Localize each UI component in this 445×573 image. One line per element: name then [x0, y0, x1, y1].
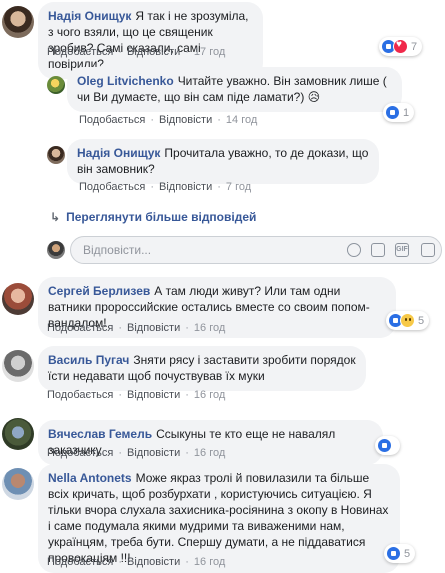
comment-author[interactable]: Сергей Берлизев — [48, 284, 150, 298]
comment-actions: Подобається · Відповісти · 16 год — [47, 389, 226, 401]
reply-button[interactable]: Відповісти — [159, 181, 212, 193]
comment-time[interactable]: 7 год — [226, 181, 251, 193]
comment-bubble: Oleg Litvichenko Читайте уважно. Він замо… — [67, 67, 402, 112]
reply-button[interactable]: Відповісти — [127, 46, 180, 58]
like-button[interactable]: Подобається — [47, 556, 113, 568]
comment-author[interactable]: Вячеслав Гемель — [48, 427, 152, 441]
like-button[interactable]: Подобається — [47, 46, 113, 58]
avatar[interactable] — [2, 468, 34, 500]
reply-button[interactable]: Відповісти — [127, 447, 180, 459]
comment-actions: Подобається · Відповісти · 14 год — [79, 114, 258, 126]
comment-time[interactable]: 16 год — [194, 556, 225, 568]
like-button[interactable]: Подобається — [79, 181, 145, 193]
avatar[interactable] — [2, 418, 34, 450]
reaction-summary[interactable]: 7 — [379, 37, 423, 56]
like-button[interactable]: Подобається — [47, 389, 113, 401]
comment-bubble: Надія Онищук Прочитала уважно, то де дока… — [67, 139, 379, 184]
reply-button[interactable]: Відповісти — [127, 389, 180, 401]
reply-input[interactable]: Відповісти... GIF — [70, 236, 442, 264]
reply-placeholder: Відповісти... — [83, 243, 152, 257]
avatar[interactable] — [47, 76, 65, 94]
more-replies-label: Переглянути більше відповідей — [66, 210, 257, 224]
emoji-icon[interactable] — [347, 243, 361, 257]
comment-actions: Подобається · Відповісти · 7 год — [79, 181, 252, 193]
comment-text: Може якраз тролі й повилазили та більше … — [48, 471, 389, 565]
like-icon — [377, 438, 392, 453]
comment-author[interactable]: Надія Онищук — [77, 146, 160, 160]
like-button[interactable]: Подобається — [79, 114, 145, 126]
gif-icon[interactable]: GIF — [395, 243, 409, 257]
reaction-summary[interactable]: 1 — [383, 103, 415, 122]
comment-actions: Подобається · Відповісти · 16 год — [47, 447, 226, 459]
love-icon — [393, 39, 408, 54]
more-replies-link[interactable]: ↳ Переглянути більше відповідей — [50, 210, 256, 224]
comment-time[interactable]: 16 год — [194, 322, 225, 334]
reaction-summary[interactable]: 5 — [386, 311, 430, 330]
reaction-count: 7 — [411, 40, 418, 53]
avatar[interactable] — [2, 283, 34, 315]
like-icon — [386, 546, 401, 561]
comment-time[interactable]: 16 год — [194, 389, 225, 401]
avatar[interactable] — [2, 350, 34, 382]
reaction-summary[interactable] — [375, 436, 400, 455]
sticker-icon[interactable] — [421, 243, 435, 257]
camera-icon[interactable] — [371, 243, 385, 257]
comment-time[interactable]: 14 год — [226, 114, 257, 126]
like-icon — [385, 105, 400, 120]
avatar[interactable] — [47, 146, 65, 164]
reply-button[interactable]: Відповісти — [127, 322, 180, 334]
comment-time[interactable]: 16 год — [194, 447, 225, 459]
reaction-summary[interactable]: 5 — [384, 544, 416, 563]
like-button[interactable]: Подобається — [47, 447, 113, 459]
wow-icon — [400, 313, 415, 328]
comment-author[interactable]: Василь Пугач — [48, 353, 129, 367]
reply-arrow-icon: ↳ — [50, 210, 61, 224]
comment-author[interactable]: Надія Онищук — [48, 9, 131, 23]
avatar[interactable] — [2, 6, 34, 38]
comment-actions: Подобається · Відповісти · 17 год — [47, 46, 226, 58]
current-user-avatar — [47, 241, 65, 259]
like-button[interactable]: Подобається — [47, 322, 113, 334]
comment-bubble: Василь Пугач Зняти рясу і заставити зроби… — [38, 346, 366, 391]
comment-author[interactable]: Oleg Litvichenko — [77, 74, 174, 88]
comment-actions: Подобається · Відповісти · 16 год — [47, 322, 226, 334]
comment-author[interactable]: Nella Antonets — [48, 471, 132, 485]
reaction-count: 5 — [404, 547, 411, 560]
comment-actions: Подобається · Відповісти · 16 год — [47, 556, 226, 568]
comment-time[interactable]: 17 год — [194, 46, 225, 58]
reply-button[interactable]: Відповісти — [127, 556, 180, 568]
reaction-count: 5 — [418, 314, 425, 327]
reaction-count: 1 — [403, 106, 410, 119]
reply-button[interactable]: Відповісти — [159, 114, 212, 126]
